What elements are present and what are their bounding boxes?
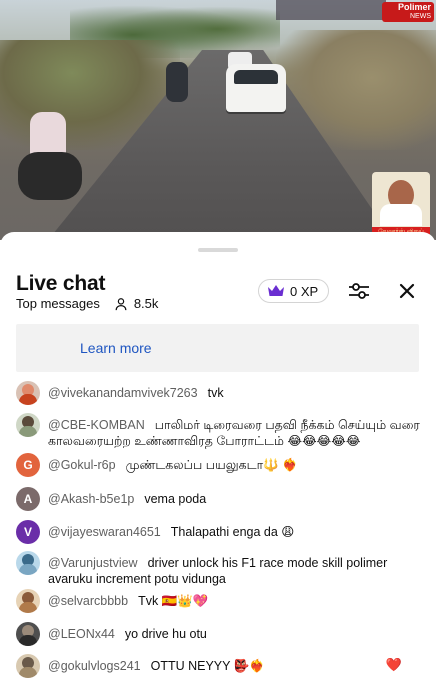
info-banner: Learn more xyxy=(16,324,419,372)
person-icon xyxy=(115,297,127,310)
heart-icon: ❤️ xyxy=(385,657,402,672)
promo-overlay: வேலூர்ஸ் விஜய் xyxy=(372,172,430,238)
chat-message-content: @selvarcbbbb Tvk 🇪🇸👑💖 xyxy=(48,589,426,613)
close-icon xyxy=(399,283,415,299)
chat-message-content: @Gokul-r6p முண்டகலப்ப பயலுகடா🔱 ❤️‍🔥 xyxy=(48,453,426,477)
crown-icon xyxy=(268,285,284,296)
video-motorcyclist xyxy=(18,112,88,202)
chat-message-content: @Akash-b5e1p vema poda xyxy=(48,487,426,511)
avatar[interactable] xyxy=(16,413,40,437)
chat-message[interactable]: @Varunjustview driver unlock his F1 race … xyxy=(16,551,426,587)
chat-message[interactable]: A @Akash-b5e1p vema poda xyxy=(16,487,426,511)
chat-filter-button[interactable] xyxy=(344,278,374,304)
chat-text: yo drive hu otu xyxy=(124,627,207,641)
xp-button[interactable]: 0 XP xyxy=(258,279,330,303)
avatar[interactable] xyxy=(16,654,40,678)
avatar[interactable] xyxy=(16,589,40,613)
sliders-icon xyxy=(349,283,369,299)
close-chat-button[interactable] xyxy=(392,278,422,304)
viewer-count-value: 8.5k xyxy=(133,296,159,311)
chat-author[interactable]: @selvarcbbbb xyxy=(48,594,128,608)
viewer-count: 8.5k xyxy=(114,296,159,311)
chat-text: முண்டகலப்ப பயலுகடா🔱 ❤️‍🔥 xyxy=(125,458,298,472)
avatar[interactable]: V xyxy=(16,520,40,544)
chat-message[interactable]: @gokulvlogs241 OTTU NEYYY 👺❤️‍🔥 ❤️ xyxy=(16,654,426,678)
video-distant-bike xyxy=(166,62,188,102)
avatar-letter: V xyxy=(23,525,32,539)
chat-message[interactable]: @selvarcbbbb Tvk 🇪🇸👑💖 xyxy=(16,589,426,613)
video-motorcycle xyxy=(18,152,82,200)
chat-author[interactable]: @gokulvlogs241 xyxy=(48,659,141,673)
chat-message-content: @gokulvlogs241 OTTU NEYYY 👺❤️‍🔥 xyxy=(48,654,426,678)
chat-text: Tvk 🇪🇸👑💖 xyxy=(138,594,209,608)
chat-author[interactable]: @vijayeswaran4651 xyxy=(48,525,161,539)
avatar[interactable] xyxy=(16,381,40,405)
chat-mode-row: Top messages 8.5k xyxy=(16,296,158,311)
chat-message[interactable]: V @vijayeswaran4651 Thalapathi enga da 😩 xyxy=(16,520,426,544)
chat-text: tvk xyxy=(207,386,224,400)
avatar-photo-body xyxy=(19,602,37,613)
chat-title: Live chat xyxy=(16,272,106,295)
chat-author[interactable]: @Varunjustview xyxy=(48,556,138,570)
chat-message-content: @LEONx44 yo drive hu otu xyxy=(48,622,426,646)
chat-message[interactable]: @LEONx44 yo drive hu otu xyxy=(16,622,426,646)
chat-message[interactable]: G @Gokul-r6p முண்டகலப்ப பயலுகடா🔱 ❤️‍🔥 xyxy=(16,453,426,477)
avatar-photo-body xyxy=(19,667,37,678)
promo-shirt xyxy=(380,204,422,226)
chat-message-content: @CBE-KOMBAN பாலிமர் டிரைவரை பதவி நீக்கம் … xyxy=(48,413,426,449)
video-white-car xyxy=(226,64,286,112)
chat-message-content: @vivekanandamvivek7263 tvk xyxy=(48,381,426,405)
video-player[interactable]: Polimer NEWS வேலூர்ஸ் விஜய் xyxy=(0,0,436,240)
avatar-letter: A xyxy=(23,492,33,506)
avatar-photo-body xyxy=(19,426,37,437)
chat-text: Thalapathi enga da 😩 xyxy=(170,525,295,539)
channel-logo: Polimer NEWS xyxy=(382,2,434,22)
chat-message-content: @vijayeswaran4651 Thalapathi enga da 😩 xyxy=(48,520,426,544)
avatar[interactable] xyxy=(16,551,40,575)
video-roadside-banner xyxy=(276,0,386,20)
avatar-photo-body xyxy=(19,394,37,405)
avatar[interactable]: G xyxy=(16,453,40,477)
chat-text: vema poda xyxy=(144,492,207,506)
avatar[interactable]: A xyxy=(16,487,40,511)
chat-mode-dropdown[interactable]: Top messages xyxy=(16,296,100,311)
channel-logo-text: Polimer xyxy=(397,2,431,12)
avatar-photo-body xyxy=(19,635,37,646)
chat-author[interactable]: @Gokul-r6p xyxy=(48,458,116,472)
avatar-letter: G xyxy=(23,458,33,472)
live-chat-panel: Live chat Top messages 8.5k 0 XP Learn m… xyxy=(0,232,436,680)
chat-message-content: @Varunjustview driver unlock his F1 race … xyxy=(48,551,426,587)
chat-author[interactable]: @CBE-KOMBAN xyxy=(48,418,145,432)
xp-value: 0 XP xyxy=(290,283,319,299)
chat-message[interactable]: @vivekanandamvivek7263 tvk xyxy=(16,381,426,405)
avatar[interactable] xyxy=(16,622,40,646)
chat-text: OTTU NEYYY 👺❤️‍🔥 xyxy=(150,659,265,673)
avatar-photo-body xyxy=(19,564,37,575)
channel-logo-sub: NEWS xyxy=(410,13,431,20)
chat-author[interactable]: @LEONx44 xyxy=(48,627,115,641)
chat-author[interactable]: @vivekanandamvivek7263 xyxy=(48,386,198,400)
chat-message[interactable]: @CBE-KOMBAN பாலிமர் டிரைவரை பதவி நீக்கம் … xyxy=(16,413,426,449)
drag-handle[interactable] xyxy=(198,248,238,252)
chat-author[interactable]: @Akash-b5e1p xyxy=(48,492,134,506)
learn-more-link[interactable]: Learn more xyxy=(80,340,152,356)
